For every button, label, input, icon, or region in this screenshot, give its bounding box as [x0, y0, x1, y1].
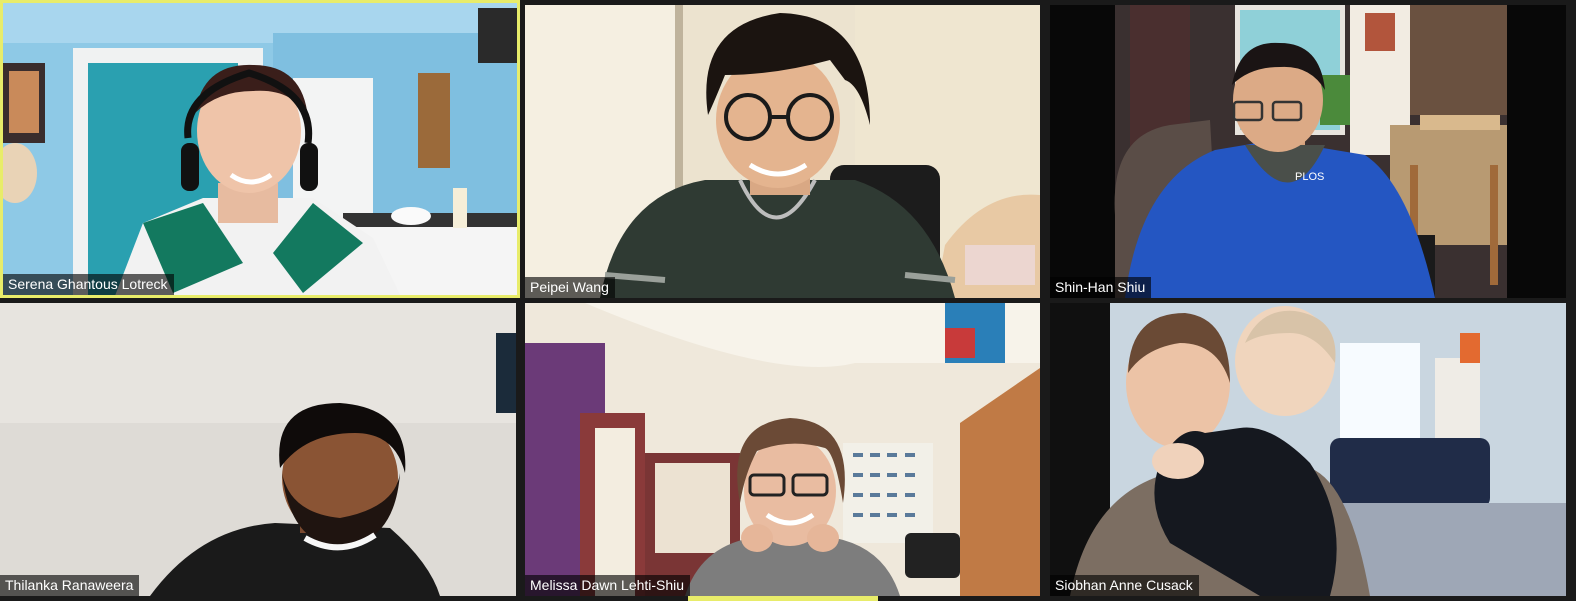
video-tile-thilanka[interactable]: Thilanka Ranaweera — [0, 303, 516, 596]
participant-video — [525, 5, 1040, 298]
participant-name-label: Siobhan Anne Cusack — [1050, 575, 1199, 596]
participant-name-label: Serena Ghantous Lotreck — [3, 274, 174, 295]
svg-text:PLOS: PLOS — [1295, 171, 1324, 183]
participant-video — [3, 3, 517, 295]
participant-name-label: Shin-Han Shiu — [1050, 277, 1152, 298]
gallery-page-indicator — [688, 596, 878, 601]
video-tile-melissa[interactable]: Melissa Dawn Lehti-Shiu — [525, 303, 1040, 596]
participant-video — [0, 303, 516, 596]
video-gallery: Serena Ghantous Lotreck Peipei Wang PLOS… — [0, 0, 1576, 601]
participant-name-label: Thilanka Ranaweera — [0, 575, 140, 596]
video-tile-siobhan[interactable]: Siobhan Anne Cusack — [1050, 303, 1566, 596]
video-tile-peipei[interactable]: Peipei Wang — [525, 5, 1040, 298]
video-tile-shin-han[interactable]: PLOS Shin-Han Shiu — [1050, 5, 1566, 298]
participant-name-label: Peipei Wang — [525, 277, 615, 298]
video-tile-serena[interactable]: Serena Ghantous Lotreck — [0, 0, 520, 298]
participant-video: PLOS — [1050, 5, 1566, 298]
participant-name-label: Melissa Dawn Lehti-Shiu — [525, 575, 691, 596]
participant-video — [1050, 303, 1566, 596]
participant-video — [525, 303, 1040, 596]
